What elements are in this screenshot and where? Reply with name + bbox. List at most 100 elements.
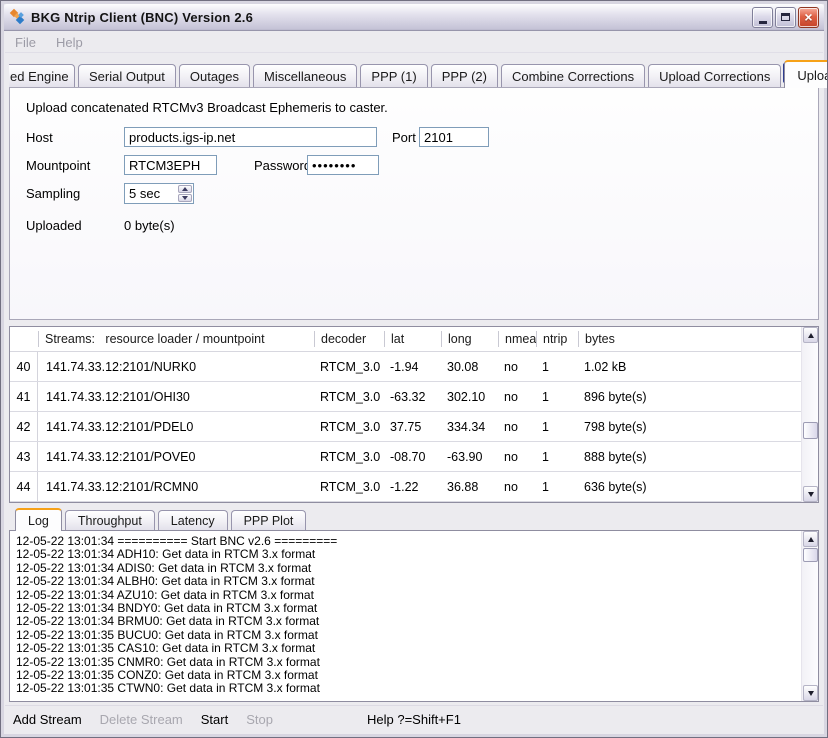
- cell-ntrip: 1: [536, 480, 578, 494]
- cell-lat: -1.94: [384, 360, 441, 374]
- close-icon: ×: [804, 10, 812, 24]
- help-hint-label: Help ?=Shift+F1: [367, 712, 461, 727]
- stop-button[interactable]: Stop: [246, 712, 273, 727]
- tab-log[interactable]: Log: [15, 508, 62, 531]
- cell-nmea: no: [498, 450, 536, 464]
- tab-throughput[interactable]: Throughput: [65, 510, 155, 530]
- cell-decoder: RTCM_3.0: [314, 450, 384, 464]
- cell-stream: 141.74.33.12:2101/RCMN0: [38, 480, 314, 494]
- maximize-button[interactable]: [775, 7, 796, 28]
- scrollbar-thumb[interactable]: [803, 422, 818, 439]
- sampling-spin-down-button[interactable]: [178, 194, 192, 202]
- tab-serial-output[interactable]: Serial Output: [78, 64, 176, 87]
- cell-lat: -1.22: [384, 480, 441, 494]
- start-button[interactable]: Start: [201, 712, 228, 727]
- port-input[interactable]: [419, 127, 489, 147]
- cell-long: 334.34: [441, 420, 498, 434]
- scroll-up-button[interactable]: [803, 531, 818, 547]
- log-scrollbar[interactable]: [801, 531, 818, 701]
- scrollbar-thumb[interactable]: [803, 548, 818, 562]
- tab-upload-ephemeris[interactable]: Upload Ephemeris: [784, 60, 828, 88]
- scroll-up-button[interactable]: [803, 327, 818, 343]
- streams-table: Streams: resource loader / mountpoint de…: [9, 326, 819, 503]
- cell-nmea: no: [498, 360, 536, 374]
- window-title: BKG Ntrip Client (BNC) Version 2.6: [31, 10, 253, 25]
- column-nmea[interactable]: nmea: [498, 331, 536, 347]
- password-label: Password: [254, 158, 311, 173]
- row-number[interactable]: 44: [10, 472, 38, 501]
- cell-nmea: no: [498, 420, 536, 434]
- minimize-button[interactable]: [752, 7, 773, 28]
- sampling-label: Sampling: [26, 186, 80, 201]
- row-number[interactable]: 40: [10, 352, 38, 381]
- tab-combine-corrections[interactable]: Combine Corrections: [501, 64, 645, 87]
- statusbar: Add Stream Delete Stream Start Stop Help…: [5, 705, 823, 733]
- cell-bytes: 798 byte(s): [578, 420, 801, 434]
- row-number[interactable]: 43: [10, 442, 38, 471]
- scroll-down-button[interactable]: [803, 685, 818, 701]
- log-output[interactable]: 12-05-22 13:01:34 ========== Start BNC v…: [9, 530, 819, 702]
- tab-ppp-1[interactable]: PPP (1): [360, 64, 427, 87]
- tab-upload-corrections[interactable]: Upload Corrections: [648, 64, 781, 87]
- table-row[interactable]: 44 141.74.33.12:2101/RCMN0 RTCM_3.0 -1.2…: [10, 472, 801, 502]
- mountpoint-input[interactable]: [124, 155, 217, 175]
- sampling-spinbox[interactable]: 5 sec: [124, 183, 194, 204]
- tab-outages[interactable]: Outages: [179, 64, 250, 87]
- cell-long: 30.08: [441, 360, 498, 374]
- delete-stream-button[interactable]: Delete Stream: [100, 712, 183, 727]
- host-label: Host: [26, 130, 53, 145]
- cell-lat: 37.75: [384, 420, 441, 434]
- tab-ppp-plot[interactable]: PPP Plot: [231, 510, 307, 530]
- tab-feed-engine[interactable]: ed Engine: [9, 64, 75, 87]
- minimize-icon: [759, 21, 767, 24]
- tab-ppp-2[interactable]: PPP (2): [431, 64, 498, 87]
- menu-file[interactable]: File: [15, 35, 36, 50]
- cell-ntrip: 1: [536, 390, 578, 404]
- menu-help[interactable]: Help: [56, 35, 83, 50]
- panel-description: Upload concatenated RTCMv3 Broadcast Eph…: [26, 100, 388, 115]
- spin-down-icon: [182, 196, 188, 200]
- host-input[interactable]: [124, 127, 377, 147]
- app-icon: [9, 9, 26, 25]
- streams-scrollbar[interactable]: [801, 327, 818, 502]
- add-stream-button[interactable]: Add Stream: [13, 712, 82, 727]
- column-streams[interactable]: Streams: resource loader / mountpoint: [38, 331, 314, 347]
- menubar: File Help: [5, 32, 823, 53]
- mountpoint-label: Mountpoint: [26, 158, 90, 173]
- password-input[interactable]: [307, 155, 379, 175]
- cell-decoder: RTCM_3.0: [314, 390, 384, 404]
- cell-long: 36.88: [441, 480, 498, 494]
- column-ntrip[interactable]: ntrip: [536, 331, 578, 347]
- column-decoder[interactable]: decoder: [314, 331, 384, 347]
- table-row[interactable]: 41 141.74.33.12:2101/OHI30 RTCM_3.0 -63.…: [10, 382, 801, 412]
- row-number[interactable]: 41: [10, 382, 38, 411]
- titlebar[interactable]: BKG Ntrip Client (BNC) Version 2.6 ×: [4, 4, 824, 31]
- cell-stream: 141.74.33.12:2101/NURK0: [38, 360, 314, 374]
- log-tab-bar: Log Throughput Latency PPP Plot: [15, 507, 309, 530]
- scroll-down-button[interactable]: [803, 486, 818, 502]
- arrow-up-icon: [808, 537, 814, 542]
- sampling-spin-up-button[interactable]: [178, 185, 192, 193]
- cell-lat: -08.70: [384, 450, 441, 464]
- cell-ntrip: 1: [536, 450, 578, 464]
- close-button[interactable]: ×: [798, 7, 819, 28]
- column-row-number: [10, 331, 38, 347]
- cell-decoder: RTCM_3.0: [314, 360, 384, 374]
- table-row[interactable]: 42 141.74.33.12:2101/PDEL0 RTCM_3.0 37.7…: [10, 412, 801, 442]
- spin-up-icon: [182, 187, 188, 191]
- streams-table-header: Streams: resource loader / mountpoint de…: [10, 327, 801, 352]
- upload-ephemeris-panel: Upload concatenated RTCMv3 Broadcast Eph…: [9, 87, 819, 320]
- column-long[interactable]: long: [441, 331, 498, 347]
- row-number[interactable]: 42: [10, 412, 38, 441]
- table-row[interactable]: 43 141.74.33.12:2101/POVE0 RTCM_3.0 -08.…: [10, 442, 801, 472]
- cell-bytes: 896 byte(s): [578, 390, 801, 404]
- column-lat[interactable]: lat: [384, 331, 441, 347]
- column-bytes[interactable]: bytes: [578, 331, 801, 347]
- table-row[interactable]: 40 141.74.33.12:2101/NURK0 RTCM_3.0 -1.9…: [10, 352, 801, 382]
- uploaded-value: 0 byte(s): [124, 218, 175, 233]
- tab-miscellaneous[interactable]: Miscellaneous: [253, 64, 357, 87]
- cell-ntrip: 1: [536, 420, 578, 434]
- uploaded-label: Uploaded: [26, 218, 82, 233]
- tab-bar: ed Engine Serial Output Outages Miscella…: [9, 58, 819, 87]
- tab-latency[interactable]: Latency: [158, 510, 228, 530]
